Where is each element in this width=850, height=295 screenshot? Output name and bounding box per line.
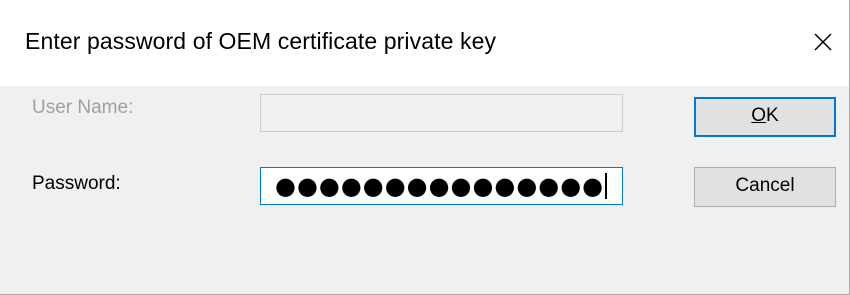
password-dialog: Enter password of OEM certificate privat… xyxy=(0,0,850,295)
password-masked-text: ●●●●●●●●●●●●●●● xyxy=(275,173,608,199)
close-button[interactable] xyxy=(800,14,846,72)
cancel-button[interactable]: Cancel xyxy=(694,167,836,207)
password-field[interactable]: ●●●●●●●●●●●●●●● xyxy=(260,167,623,205)
close-icon xyxy=(814,33,832,51)
username-label: User Name: xyxy=(32,97,134,118)
username-field xyxy=(260,94,623,132)
text-caret xyxy=(605,173,608,199)
password-label: Password: xyxy=(32,173,121,194)
title-bar: Enter password of OEM certificate privat… xyxy=(0,0,849,86)
ok-button[interactable]: OK xyxy=(694,97,836,137)
window-title: Enter password of OEM certificate privat… xyxy=(25,28,497,54)
